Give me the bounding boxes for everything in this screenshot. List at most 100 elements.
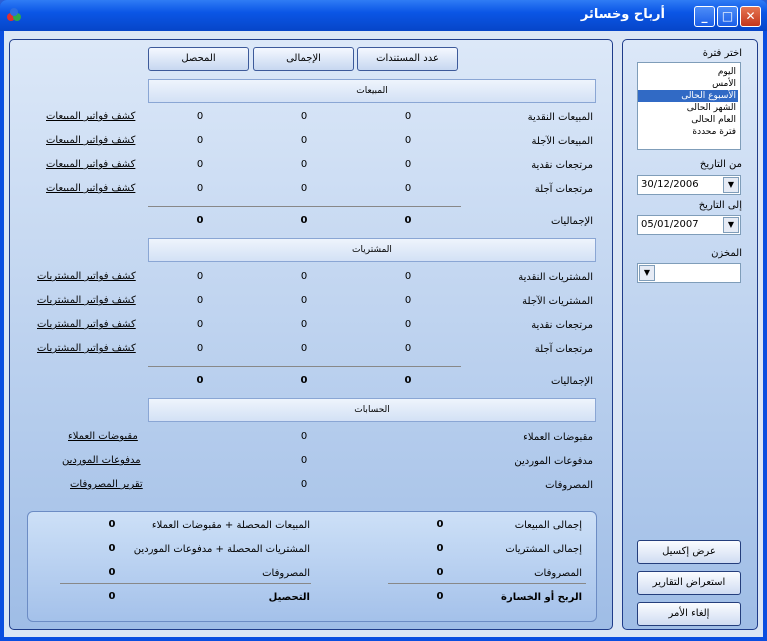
summary-right-label: الربح أو الخسارة (501, 592, 582, 603)
sales-row-docs: 0 (404, 183, 412, 194)
sales-row-total: 0 (300, 183, 308, 194)
purchases-totals-docs: 0 (404, 375, 412, 386)
sales-row-docs: 0 (404, 111, 412, 122)
sales-totals-collected: 0 (196, 215, 204, 226)
purchases-invoices-link[interactable]: كشف فواتير المشتريات (37, 343, 136, 354)
sales-invoices-link[interactable]: كشف فواتير المبيعات (46, 183, 135, 194)
app-icon (7, 8, 21, 21)
sales-totals-label: الإجماليات (550, 216, 593, 227)
purchases-band: المشتريات (148, 238, 596, 262)
period-option[interactable]: العام الحالى (638, 114, 738, 126)
docs-header-button[interactable]: عدد المستندات (357, 47, 458, 71)
period-option[interactable]: اليوم (638, 66, 738, 78)
purchases-row-collected: 0 (196, 343, 204, 354)
title-bar: أرباح وخسائر _ □ ✕ (0, 0, 767, 31)
sales-totals-total: 0 (300, 215, 308, 226)
purchases-row-label: المشتريات النقدية (518, 272, 593, 283)
period-listbox[interactable]: اليوم الأمس الأسبوع الحالى الشهر الحالى … (637, 62, 741, 150)
minimize-button[interactable]: _ (694, 6, 715, 27)
period-option[interactable]: فترة محددة (638, 126, 738, 138)
period-option[interactable]: الأمس (638, 78, 738, 90)
purchases-row-collected: 0 (196, 295, 204, 306)
sales-row-label: المبيعات النقدية (527, 112, 593, 123)
purchases-row-total: 0 (300, 343, 308, 354)
purchases-totals-collected: 0 (196, 375, 204, 386)
purchases-row-docs: 0 (404, 319, 412, 330)
purchases-totals-total: 0 (300, 375, 308, 386)
to-date-value: 05/01/2007 (641, 219, 699, 230)
sales-invoices-link[interactable]: كشف فواتير المبيعات (46, 135, 135, 146)
store-select[interactable]: ▼ (637, 263, 741, 283)
summary-left-label: المصروفات (262, 568, 310, 579)
purchases-totals-label: الإجماليات (550, 376, 593, 387)
accounts-row-label: المصروفات (545, 480, 593, 491)
purchases-row-docs: 0 (404, 295, 412, 306)
sales-row-total: 0 (300, 135, 308, 146)
accounts-row-total: 0 (300, 479, 308, 490)
purchases-row-total: 0 (300, 295, 308, 306)
accounts-row-label: مقبوضات العملاء (523, 432, 593, 443)
summary-left-divider (60, 583, 311, 584)
sales-row-total: 0 (300, 111, 308, 122)
summary-right-value: 0 (436, 519, 444, 530)
purchases-row-label: المشتريات الآجلة (522, 296, 593, 307)
sales-row-collected: 0 (196, 159, 204, 170)
purchases-invoices-link[interactable]: كشف فواتير المشتريات (37, 295, 136, 306)
summary-right-value: 0 (436, 591, 444, 602)
summary-left-value: 0 (108, 543, 116, 554)
purchases-invoices-link[interactable]: كشف فواتير المشتريات (37, 271, 136, 282)
purchases-row-docs: 0 (404, 343, 412, 354)
cancel-button[interactable]: إلغاء الأمر (637, 602, 741, 626)
maximize-button[interactable]: □ (717, 6, 738, 27)
sales-row-label: المبيعات الآجلة (531, 136, 593, 147)
sales-row-label: مرتجعات نقدية (531, 160, 593, 171)
total-header-button[interactable]: الإجمالى (253, 47, 354, 71)
purchases-row-total: 0 (300, 271, 308, 282)
sales-row-total: 0 (300, 159, 308, 170)
sales-invoices-link[interactable]: كشف فواتير المبيعات (46, 111, 135, 122)
summary-right-value: 0 (436, 543, 444, 554)
summary-right-label: إجمالى المشتريات (505, 544, 582, 555)
sales-row-label: مرتجعات آجلة (534, 184, 593, 195)
collected-header-button[interactable]: المحصل (148, 47, 249, 71)
close-button[interactable]: ✕ (740, 6, 761, 27)
chevron-down-icon[interactable]: ▼ (639, 265, 655, 281)
view-reports-button[interactable]: استعراض التقارير (637, 571, 741, 595)
window: أرباح وخسائر _ □ ✕ المحصل الإجمالى عدد ا… (0, 0, 767, 641)
sales-invoices-link[interactable]: كشف فواتير المبيعات (46, 159, 135, 170)
window-title: أرباح وخسائر (580, 7, 665, 22)
sales-totals-docs: 0 (404, 215, 412, 226)
purchases-divider (148, 366, 461, 367)
summary-left-value: 0 (108, 519, 116, 530)
purchases-invoices-link[interactable]: كشف فواتير المشتريات (37, 319, 136, 330)
excel-button[interactable]: عرض إكسيل (637, 540, 741, 564)
sales-divider (148, 206, 461, 207)
from-date-picker[interactable]: 30/12/2006 ▼ (637, 175, 741, 195)
chevron-down-icon[interactable]: ▼ (723, 177, 739, 193)
sales-row-collected: 0 (196, 135, 204, 146)
sales-row-collected: 0 (196, 183, 204, 194)
period-option-selected[interactable]: الأسبوع الحالى (638, 90, 738, 102)
expenses-report-link[interactable]: تقرير المصروفات (70, 479, 143, 490)
from-date-label: من التاريخ (699, 159, 742, 170)
accounts-row-total: 0 (300, 455, 308, 466)
purchases-row-label: مرتجعات نقدية (531, 320, 593, 331)
summary-left-value: 0 (108, 567, 116, 578)
chevron-down-icon[interactable]: ▼ (723, 217, 739, 233)
accounts-row-label: مدفوعات الموردين (514, 456, 593, 467)
store-label: المخزن (711, 248, 742, 259)
summary-left-value: 0 (108, 591, 116, 602)
summary-right-divider (388, 583, 586, 584)
purchases-row-docs: 0 (404, 271, 412, 282)
customer-receipts-link[interactable]: مقبوضات العملاء (68, 431, 138, 442)
summary-right-label: إجمالى المبيعات (514, 520, 582, 531)
period-option[interactable]: الشهر الحالى (638, 102, 738, 114)
sales-row-docs: 0 (404, 135, 412, 146)
summary-left-label: المبيعات المحصلة + مقبوضات العملاء (151, 520, 310, 531)
accounts-band: الحسابات (148, 398, 596, 422)
summary-left-label: المشتريات المحصلة + مدفوعات الموردين (133, 544, 310, 555)
to-date-label: إلى التاريخ (698, 200, 742, 211)
to-date-picker[interactable]: 05/01/2007 ▼ (637, 215, 741, 235)
supplier-payments-link[interactable]: مدفوعات الموردين (62, 455, 141, 466)
sales-row-docs: 0 (404, 159, 412, 170)
